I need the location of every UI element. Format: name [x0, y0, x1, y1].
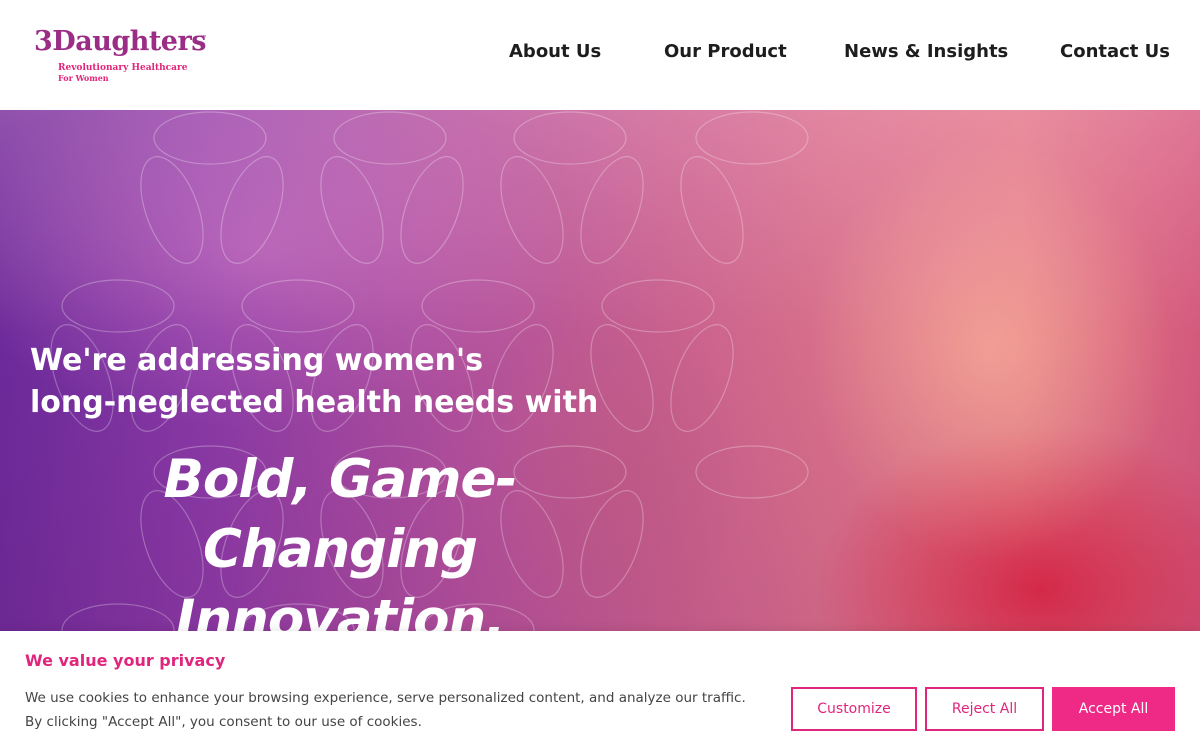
hero-intro-line-2: long-neglected health needs with: [30, 385, 599, 420]
cookie-description: We use cookies to enhance your browsing …: [25, 690, 746, 730]
nav-news-insights[interactable]: News & Insights: [844, 41, 1008, 62]
cookie-title: We value your privacy: [25, 651, 226, 670]
nav-our-product[interactable]: Our Product: [664, 41, 787, 62]
customize-button[interactable]: Customize: [791, 687, 917, 731]
site-header: 3Daughters ™ Revolutionary Healthcare Fo…: [0, 0, 1200, 110]
hero-intro-line-1: We're addressing women's: [30, 343, 484, 378]
brand-logo[interactable]: 3Daughters ™ Revolutionary Healthcare Fo…: [34, 26, 214, 86]
logo-tagline-line-2: For Women: [58, 73, 109, 83]
accept-all-button[interactable]: Accept All: [1052, 687, 1175, 731]
reject-all-button[interactable]: Reject All: [925, 687, 1044, 731]
logo-tagline-line-1: Revolutionary Healthcare: [58, 63, 188, 73]
nav-contact-us[interactable]: Contact Us: [1060, 41, 1170, 62]
hero-intro-text: We're addressing women's long-neglected …: [30, 340, 650, 424]
nav-about-us[interactable]: About Us: [509, 41, 601, 62]
logo-trademark: ™: [200, 34, 207, 42]
cookie-consent-banner: We value your privacy We use cookies to …: [0, 631, 1200, 750]
logo-wordmark: 3Daughters: [34, 26, 206, 57]
hero-headline: Bold, Game-Changing Innovation.: [30, 445, 650, 655]
hero-headline-line-1: Bold, Game-Changing: [163, 449, 518, 580]
